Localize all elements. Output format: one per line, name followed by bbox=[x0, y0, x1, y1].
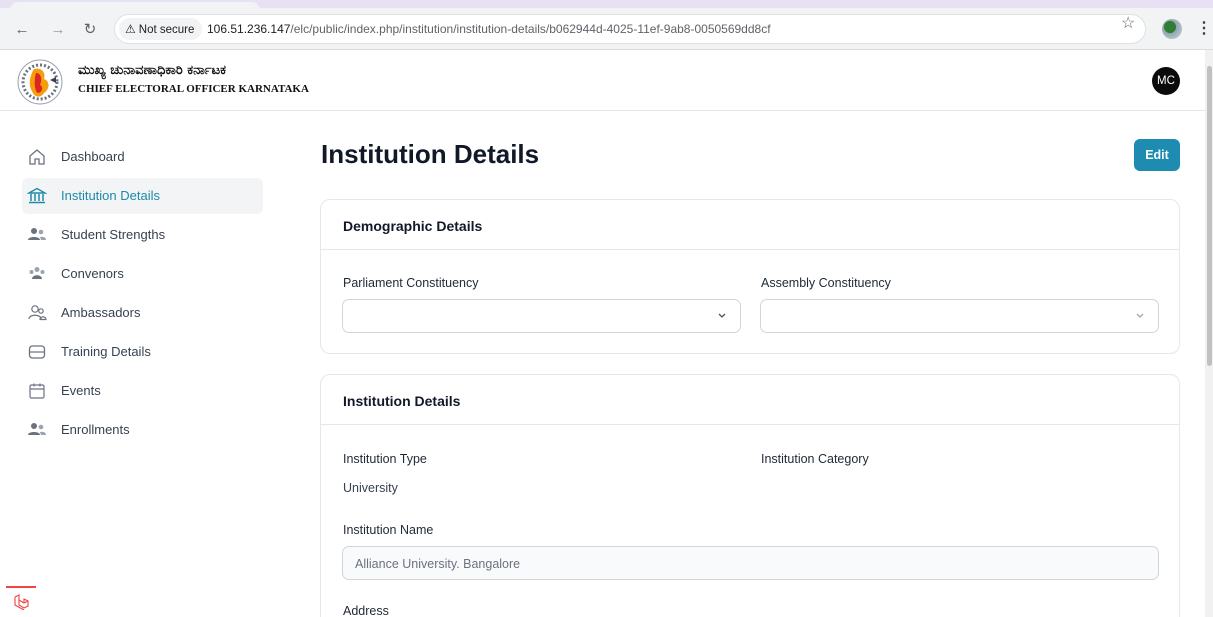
warning-icon: ⚠ bbox=[125, 22, 136, 36]
sidebar-item-dashboard[interactable]: Dashboard bbox=[22, 139, 263, 175]
sidebar-item-convenors[interactable]: Convenors bbox=[22, 256, 263, 292]
url-path: /elc/public/index.php/institution/instit… bbox=[290, 22, 771, 36]
sidebar-item-ambassadors[interactable]: Ambassadors bbox=[22, 295, 263, 331]
bank-icon bbox=[27, 187, 47, 204]
parliament-constituency-label: Parliament Constituency bbox=[343, 276, 479, 290]
institution-details-card: Institution Details Institution Type Uni… bbox=[320, 374, 1180, 617]
edit-button[interactable]: Edit bbox=[1134, 139, 1180, 171]
laravel-icon bbox=[14, 594, 29, 610]
browser-toolbar: ← → ↻ ⚠ Not secure 106.51.236.147/elc/pub… bbox=[0, 8, 1213, 50]
url-text: 106.51.236.147/elc/public/index.php/inst… bbox=[207, 22, 771, 36]
card-title: Demographic Details bbox=[343, 218, 483, 234]
security-label: Not secure bbox=[138, 24, 195, 36]
institution-name-input[interactable]: Alliance University. Bangalore bbox=[342, 546, 1159, 580]
card-header: Institution Details bbox=[321, 375, 1179, 425]
assembly-constituency-label: Assembly Constituency bbox=[761, 276, 891, 290]
logo-kannada-text: ಮುಖ್ಯ ಚುನಾವಣಾಧಿಕಾರಿ ಕರ್ನಾಟಕ bbox=[78, 63, 226, 78]
emblem-icon bbox=[17, 59, 63, 105]
institution-name-label: Institution Name bbox=[343, 523, 434, 537]
sidebar-item-label: Convenors bbox=[61, 266, 124, 281]
logo-english-text: CHIEF ELECTORAL OFFICER KARNATAKA bbox=[78, 83, 309, 95]
bookmark-star-icon[interactable]: ☆ bbox=[1121, 13, 1135, 33]
user-avatar[interactable]: MC bbox=[1152, 67, 1180, 95]
sidebar-item-events[interactable]: Events bbox=[22, 373, 263, 409]
group-icon bbox=[29, 267, 45, 279]
address-bar[interactable]: ⚠ Not secure 106.51.236.147/elc/public/in… bbox=[114, 14, 1146, 44]
card-title: Institution Details bbox=[343, 393, 461, 409]
chevron-down-icon bbox=[718, 313, 726, 318]
browser-menu-icon[interactable]: ⋮ bbox=[1196, 18, 1212, 38]
sidebar: Dashboard Institution Details Student St… bbox=[0, 111, 288, 617]
back-icon[interactable]: ← bbox=[12, 20, 32, 40]
database-icon bbox=[28, 345, 46, 359]
home-icon bbox=[29, 149, 45, 165]
institution-type-value: University bbox=[343, 481, 398, 495]
browser-profile-icon[interactable] bbox=[1162, 19, 1182, 39]
sidebar-item-label: Institution Details bbox=[61, 188, 160, 203]
url-host: 106.51.236.147 bbox=[207, 22, 291, 36]
institution-category-label: Institution Category bbox=[761, 452, 869, 466]
address-label: Address bbox=[343, 604, 389, 617]
user-pair-icon bbox=[28, 305, 47, 321]
sidebar-item-label: Training Details bbox=[61, 344, 151, 359]
users-icon bbox=[28, 423, 46, 435]
sidebar-item-label: Student Strengths bbox=[61, 227, 166, 242]
sidebar-item-label: Dashboard bbox=[61, 149, 125, 164]
page-scrollbar-thumb[interactable] bbox=[1207, 66, 1212, 366]
users-icon bbox=[28, 228, 46, 240]
calendar-icon bbox=[29, 383, 45, 399]
institution-type-label: Institution Type bbox=[343, 452, 427, 466]
debugbar-toggle[interactable] bbox=[6, 586, 36, 617]
sidebar-item-training-details[interactable]: Training Details bbox=[22, 334, 263, 370]
sidebar-item-institution-details[interactable]: Institution Details bbox=[22, 178, 263, 214]
sidebar-item-enrollments[interactable]: Enrollments bbox=[22, 412, 263, 448]
sidebar-item-label: Enrollments bbox=[61, 422, 130, 437]
demographic-details-card: Demographic Details Parliament Constitue… bbox=[320, 199, 1180, 354]
reload-icon[interactable]: ↻ bbox=[80, 20, 100, 40]
sidebar-item-label: Events bbox=[61, 383, 101, 398]
chevron-down-icon bbox=[1136, 313, 1144, 318]
assembly-constituency-select[interactable] bbox=[760, 299, 1159, 333]
parliament-constituency-select[interactable] bbox=[342, 299, 741, 333]
sidebar-item-label: Ambassadors bbox=[61, 305, 141, 320]
ceo-karnataka-logo[interactable]: ಮುಖ್ಯ ಚುನಾವಣಾಧಿಕಾರಿ ಕರ್ನಾಟಕ CHIEF ELECTO… bbox=[16, 55, 309, 109]
app-header: ಮುಖ್ಯ ಚುನಾವಣಾಧಿಕಾರಿ ಕರ್ನಾಟಕ CHIEF ELECTO… bbox=[0, 50, 1213, 111]
sidebar-item-student-strengths[interactable]: Student Strengths bbox=[22, 217, 263, 253]
security-chip[interactable]: ⚠ Not secure bbox=[119, 18, 203, 40]
institution-name-value: Alliance University. Bangalore bbox=[355, 557, 521, 571]
card-header: Demographic Details bbox=[321, 200, 1179, 250]
forward-icon[interactable]: → bbox=[48, 20, 68, 40]
page-title: Institution Details bbox=[321, 139, 540, 169]
